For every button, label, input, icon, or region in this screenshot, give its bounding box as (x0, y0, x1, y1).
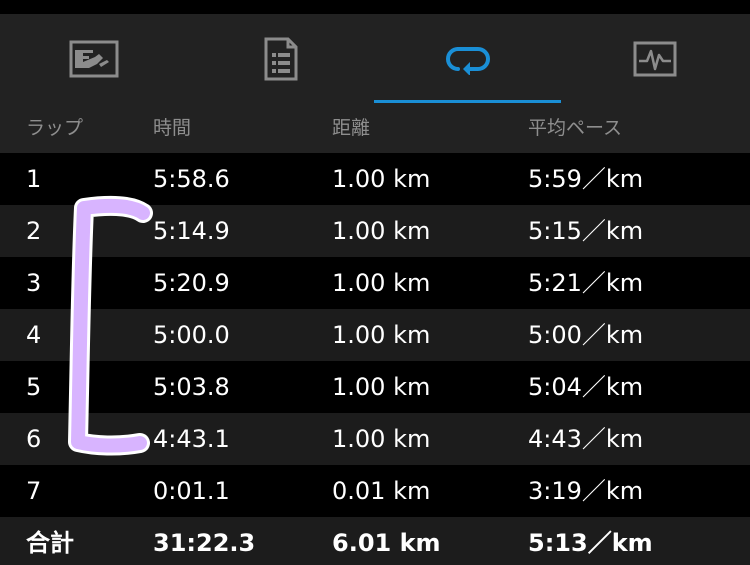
lap-distance: 1.00 km (332, 373, 431, 401)
lap-pace: 5:00／km (528, 321, 644, 349)
lap-pace: 3:19／km (528, 477, 644, 505)
status-strip (0, 0, 750, 14)
lap-time: 5:00.0 (153, 321, 230, 349)
table-row[interactable]: 6 4:43.1 1.00 km 4:43／km (0, 413, 750, 465)
lap-pace: 5:59／km (528, 165, 644, 193)
lap-time: 0:01.1 (153, 477, 230, 505)
lap-pace: 5:15／km (528, 217, 644, 245)
total-pace: 5:13／km (528, 529, 653, 557)
lap-number: 1 (26, 165, 42, 193)
lap-number: 5 (26, 373, 42, 401)
lap-time: 5:14.9 (153, 217, 230, 245)
total-row: 合計 31:22.3 6.01 km 5:13／km (0, 517, 750, 565)
laps-loop-icon (444, 43, 492, 75)
summary-list-icon (264, 37, 298, 81)
tab-graph[interactable] (561, 14, 748, 103)
lap-number: 4 (26, 321, 42, 349)
lap-number: 7 (26, 477, 42, 505)
header-lap: ラップ (26, 117, 84, 139)
lap-time: 5:03.8 (153, 373, 230, 401)
lap-table: 1 5:58.6 1.00 km 5:59／km 2 5:14.9 1.00 k… (0, 153, 750, 565)
header-time: 時間 (153, 117, 192, 139)
header-distance: 距離 (332, 117, 371, 139)
lap-time: 4:43.1 (153, 425, 230, 453)
header-pace: 平均ペース (528, 117, 623, 139)
lap-distance: 1.00 km (332, 217, 431, 245)
total-distance: 6.01 km (332, 529, 441, 557)
lap-time: 5:20.9 (153, 269, 230, 297)
lap-distance: 1.00 km (332, 425, 431, 453)
lap-time: 5:58.6 (153, 165, 230, 193)
tab-laps[interactable] (374, 14, 561, 103)
lap-number: 2 (26, 217, 42, 245)
table-row[interactable]: 1 5:58.6 1.00 km 5:59／km (0, 153, 750, 205)
table-header: ラップ 時間 距離 平均ペース (0, 103, 750, 153)
tab-map[interactable] (0, 14, 187, 103)
lap-number: 6 (26, 425, 42, 453)
total-label: 合計 (26, 529, 74, 557)
lap-pace: 4:43／km (528, 425, 644, 453)
table-row[interactable]: 5 5:03.8 1.00 km 5:04／km (0, 361, 750, 413)
table-row[interactable]: 4 5:00.0 1.00 km 5:00／km (0, 309, 750, 361)
lap-number: 3 (26, 269, 42, 297)
lap-distance: 0.01 km (332, 477, 431, 505)
tab-bar (0, 14, 750, 103)
lap-distance: 1.00 km (332, 165, 431, 193)
lap-screen: ラップ 時間 距離 平均ペース 1 5:58.6 1.00 km 5:59／km… (0, 0, 750, 565)
lap-pace: 5:04／km (528, 373, 644, 401)
table-row[interactable]: 7 0:01.1 0.01 km 3:19／km (0, 465, 750, 517)
table-row[interactable]: 2 5:14.9 1.00 km 5:15／km (0, 205, 750, 257)
lap-distance: 1.00 km (332, 269, 431, 297)
table-row[interactable]: 3 5:20.9 1.00 km 5:21／km (0, 257, 750, 309)
tab-summary[interactable] (187, 14, 374, 103)
lap-distance: 1.00 km (332, 321, 431, 349)
lap-pace: 5:21／km (528, 269, 644, 297)
total-time: 31:22.3 (153, 529, 256, 557)
map-icon (69, 40, 119, 78)
graph-icon (633, 41, 677, 77)
